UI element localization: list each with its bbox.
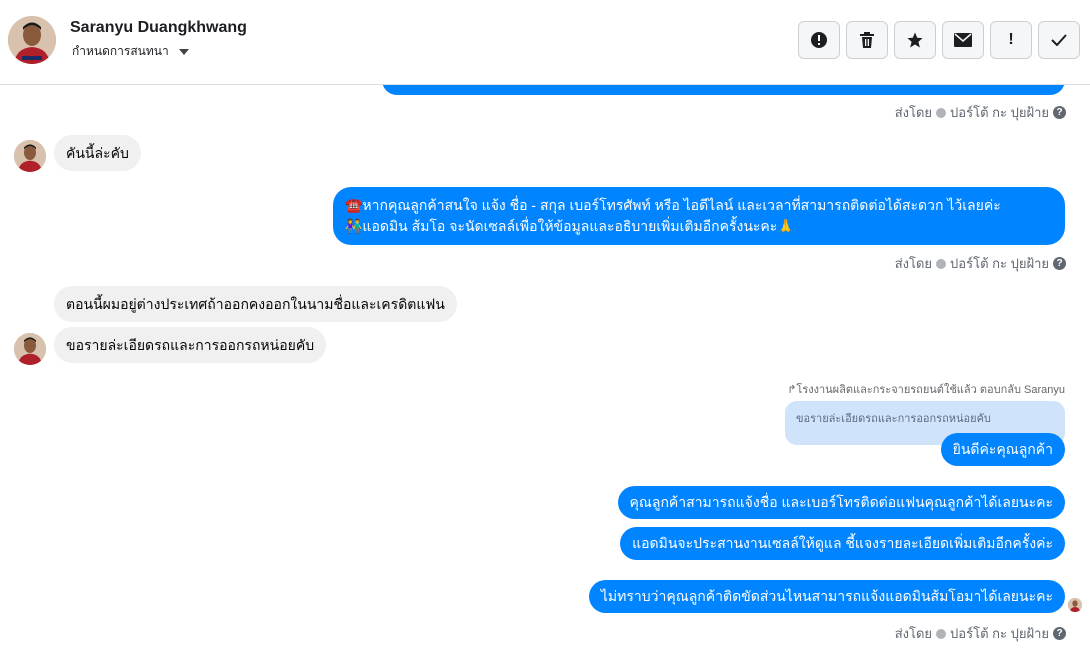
trash-icon — [860, 32, 874, 48]
mail-icon — [954, 33, 972, 47]
sender-name: ปอร์โต้ กะ ปุยฝ้าย — [950, 256, 1049, 271]
assign-label: กำหนดการสนทนา — [72, 44, 169, 58]
help-icon[interactable]: ? — [1053, 627, 1066, 640]
alert-icon — [811, 32, 827, 48]
sent-by-label: ส่งโดย — [894, 626, 933, 641]
star-icon — [907, 32, 923, 48]
outgoing-message[interactable]: แอดมินจะประสานงานเซลล์ให้ดูแล ชี้แจงรายล… — [620, 527, 1065, 560]
contact-avatar[interactable] — [8, 16, 56, 64]
incoming-message[interactable]: ขอรายล่ะเอียดรถและการออกรถหน่อยคับ — [54, 327, 327, 363]
sent-by-info: ส่งโดย ปอร์โต้ กะ ปุยฝ้าย ? — [895, 623, 1066, 644]
mark-unread-button[interactable] — [942, 21, 984, 59]
message-thread: ส่งโดย ปอร์โต้ กะ ปุยฝ้าย ? คันนี้ล่ะคับ… — [0, 65, 1090, 666]
verified-icon — [936, 628, 947, 639]
sender-name: ปอร์โต้ กะ ปุยฝ้าย — [950, 626, 1049, 641]
star-button[interactable] — [894, 21, 936, 59]
reply-context: ↱โรงงานผลิตและกระจายรถยนต์ใช้แล้ว ตอบกลั… — [787, 384, 1065, 396]
incoming-message[interactable]: ตอนนี้ผมอยู่ต่างประเทศถ้าออกคงออกในนามชื… — [54, 286, 457, 322]
verified-icon — [936, 107, 947, 118]
sent-by-info: ส่งโดย ปอร์โต้ กะ ปุยฝ้าย ? — [895, 102, 1066, 123]
conversation-header: Saranyu Duangkhwang กำหนดการสนทนา ! — [0, 0, 1090, 85]
contact-avatar-small — [14, 333, 46, 365]
delete-button[interactable] — [846, 21, 888, 59]
outgoing-message[interactable]: ไม่ทราบว่าคุณลูกค้าติดขัดส่วนไหนสามารถแจ… — [588, 580, 1065, 613]
follow-up-button[interactable]: ! — [990, 21, 1032, 59]
seen-avatar — [1068, 598, 1082, 612]
help-icon[interactable]: ? — [1053, 257, 1066, 270]
sent-by-label: ส่งโดย — [894, 105, 933, 120]
outgoing-message[interactable]: ☎️หากคุณลูกค้าสนใจ แจ้ง ชื่อ - สกุล เบอร… — [333, 187, 1065, 245]
sender-name: ปอร์โต้ กะ ปุยฝ้าย — [950, 105, 1049, 120]
incoming-message[interactable]: คันนี้ล่ะคับ — [54, 135, 141, 171]
contact-name[interactable]: Saranyu Duangkhwang — [70, 19, 247, 37]
assign-conversation-dropdown[interactable]: กำหนดการสนทนา — [72, 42, 189, 61]
mark-spam-button[interactable] — [798, 21, 840, 59]
verified-icon — [936, 258, 947, 269]
help-icon[interactable]: ? — [1053, 106, 1066, 119]
sent-by-info: ส่งโดย ปอร์โต้ กะ ปุยฝ้าย ? — [895, 253, 1066, 274]
outgoing-message[interactable]: คุณลูกค้าสามารถแจ้งชื่อ และเบอร์โทรติดต่… — [617, 486, 1065, 519]
sent-by-label: ส่งโดย — [894, 256, 933, 271]
exclamation-icon: ! — [1008, 31, 1014, 48]
chevron-down-icon — [178, 48, 189, 55]
message-line: 👫แอดมิน ส้มโอ จะนัดเซลล์เพื่อให้ข้อมูลแล… — [345, 218, 795, 234]
conversation-toolbar: ! — [798, 21, 1080, 59]
outgoing-message[interactable]: ยินดีค่ะคุณลูกค้า — [940, 433, 1065, 466]
message-line: ☎️หากคุณลูกค้าสนใจ แจ้ง ชื่อ - สกุล เบอร… — [345, 197, 1001, 213]
contact-avatar-small — [14, 140, 46, 172]
check-icon — [1051, 34, 1067, 46]
mark-done-button[interactable] — [1038, 21, 1080, 59]
